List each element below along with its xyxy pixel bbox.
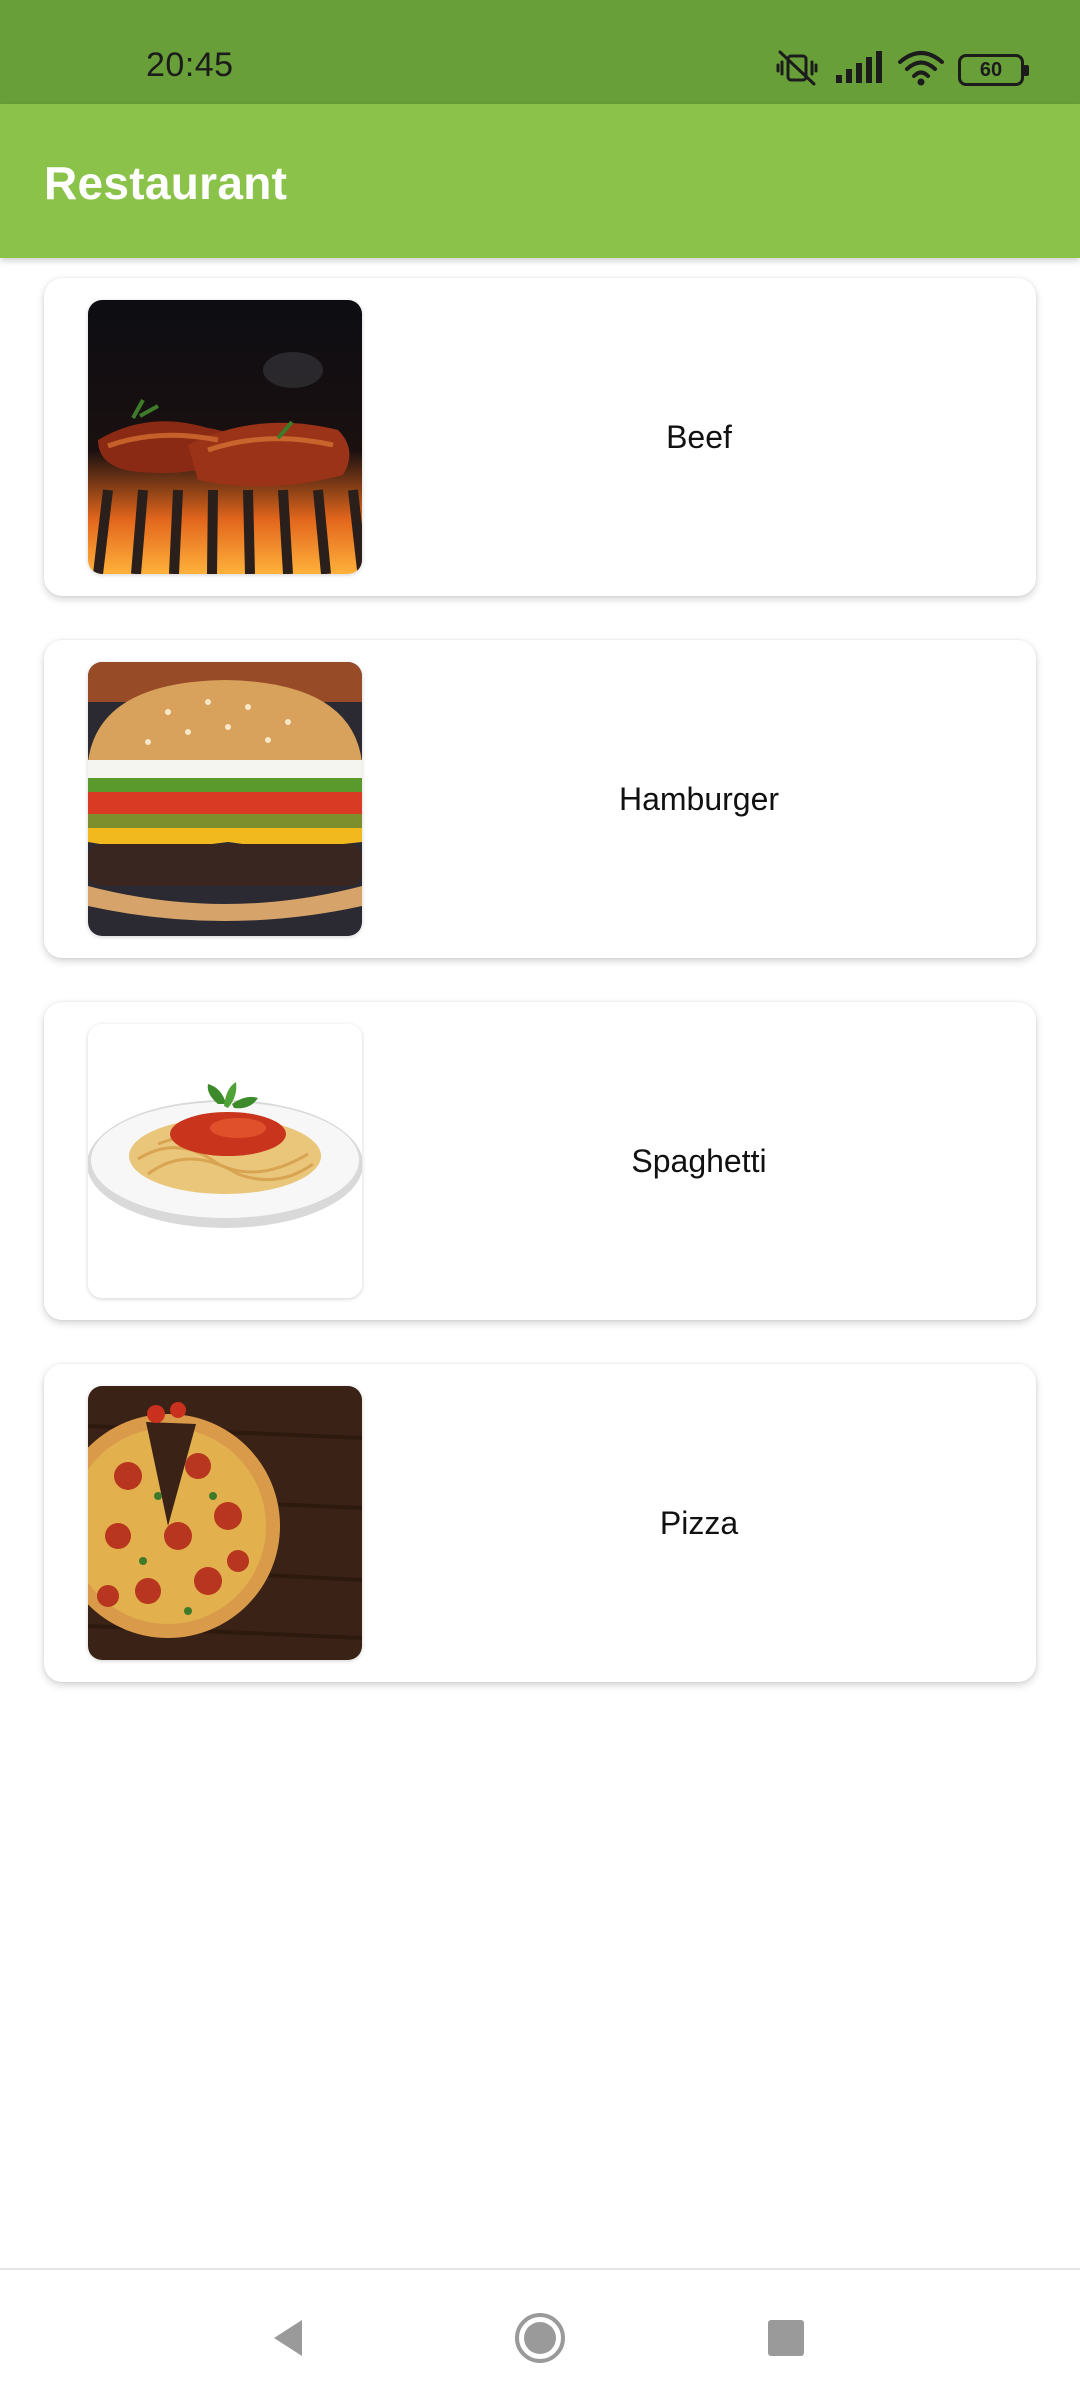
spaghetti-image — [88, 1024, 362, 1298]
back-icon[interactable] — [260, 2310, 316, 2366]
hamburger-image — [88, 662, 362, 936]
recents-icon[interactable] — [758, 2310, 814, 2366]
battery-level: 60 — [979, 58, 1003, 81]
signal-icon — [834, 50, 884, 90]
app-bar: Restaurant — [0, 104, 1080, 258]
wifi-icon — [898, 50, 944, 91]
menu-item-label: Hamburger — [618, 780, 780, 817]
menu-item-label: Beef — [666, 418, 732, 455]
menu-item-card[interactable]: Beef — [44, 278, 1036, 596]
menu-item-label: Spaghetti — [631, 1142, 767, 1179]
status-bar: 20:45 60 — [0, 0, 1080, 104]
menu-item-card[interactable]: Pizza — [44, 1364, 1036, 1682]
home-icon[interactable] — [512, 2310, 568, 2366]
system-nav-bar — [0, 2268, 1080, 2400]
status-time: 20:45 — [146, 46, 234, 84]
beef-image — [88, 300, 362, 574]
menu-item-card[interactable]: Hamburger — [44, 640, 1036, 958]
menu-item-card[interactable]: Spaghetti — [44, 1002, 1036, 1320]
app-title: Restaurant — [44, 157, 288, 209]
pizza-image — [88, 1386, 362, 1660]
menu-item-label: Pizza — [659, 1504, 739, 1541]
battery-icon: 60 — [958, 54, 1029, 86]
mute-vibrate-icon — [774, 48, 820, 93]
status-icons: 60 — [774, 48, 1029, 93]
